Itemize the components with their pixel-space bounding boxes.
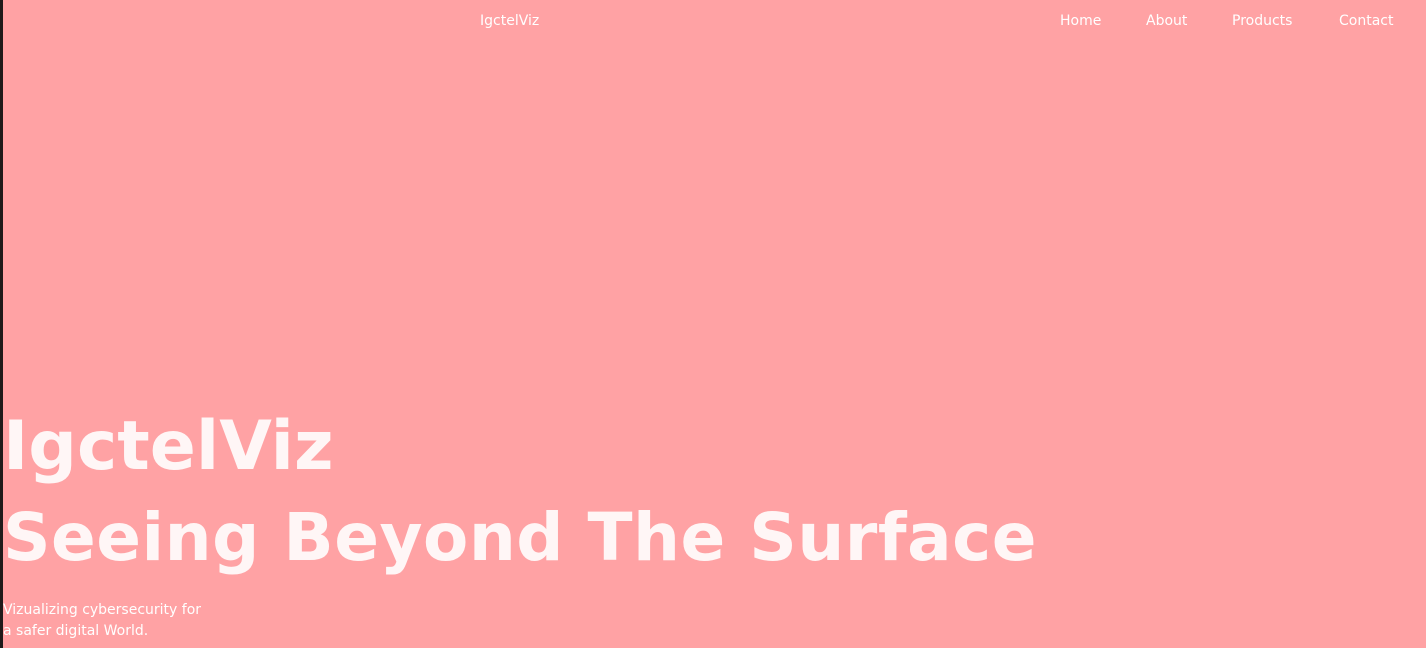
hero-tagline-line-2: a safer digital World. [3,623,149,639]
nav-link-home[interactable]: Home [1060,11,1101,31]
nav-link-products[interactable]: Products [1232,11,1292,31]
hero-tagline-line-1: Vizualizing cybersecurity for [3,602,202,618]
hero-subtitle: Seeing Beyond The Surface [3,499,1037,576]
nav-link-about[interactable]: About [1146,11,1187,31]
main-navigation: Home About Products Contact [0,11,1426,31]
hero-title: IgctelViz [3,407,334,486]
hero-tagline: Vizualizing cybersecurity for a safer di… [3,600,233,642]
nav-link-contact[interactable]: Contact [1339,11,1393,31]
